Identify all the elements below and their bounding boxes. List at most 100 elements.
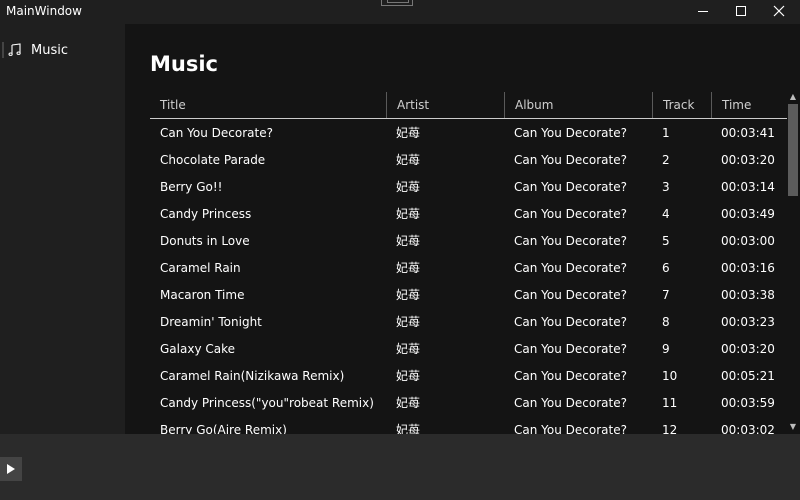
content-area: Music Title Artist Album Track Time Can …	[125, 24, 800, 434]
column-header-artist[interactable]: Artist	[386, 92, 504, 118]
cell-album: Can You Decorate?	[514, 180, 627, 194]
music-data-grid: Title Artist Album Track Time Can You De…	[150, 92, 787, 434]
play-button[interactable]	[0, 457, 22, 481]
cell-track: 9	[662, 342, 670, 356]
scroll-down-icon[interactable]: ▼	[788, 422, 798, 432]
cell-title: Candy Princess	[160, 207, 252, 221]
sidebar-item-label: Music	[31, 43, 68, 58]
cell-artist: 妃苺	[396, 153, 421, 167]
cell-time: 00:05:21	[721, 369, 775, 383]
table-row[interactable]: Macaron Time 妃苺 Can You Decorate? 7 00:03:38	[150, 282, 787, 309]
maximize-button[interactable]	[722, 0, 760, 22]
vertical-scrollbar[interactable]: ▲ ▼	[787, 92, 799, 434]
column-header-album[interactable]: Album	[504, 92, 652, 118]
cell-title: Caramel Rain(Nizikawa Remix)	[160, 369, 345, 383]
cell-artist: 妃苺	[396, 396, 421, 410]
cell-time: 00:03:14	[721, 180, 775, 194]
cell-track: 5	[662, 234, 670, 248]
cell-time: 00:03:20	[721, 153, 775, 167]
cell-album: Can You Decorate?	[514, 396, 627, 410]
cell-album: Can You Decorate?	[514, 261, 627, 275]
close-icon	[773, 5, 785, 17]
table-row[interactable]: Candy Princess 妃苺 Can You Decorate? 4 00:03:…	[150, 201, 787, 228]
cell-track: 4	[662, 207, 670, 221]
cell-time: 00:03:23	[721, 315, 775, 329]
maximize-icon	[736, 6, 746, 16]
cell-album: Can You Decorate?	[514, 288, 627, 302]
cell-artist: 妃苺	[396, 126, 421, 140]
table-row[interactable]: Berry Go(Aire Remix) 妃苺 Can You Decorate? 1…	[150, 417, 787, 434]
window-title: MainWindow	[6, 4, 82, 18]
column-header-track[interactable]: Track	[652, 92, 711, 118]
table-row[interactable]: Chocolate Parade 妃苺 Can You Decorate? 2 00:0…	[150, 147, 787, 174]
cell-artist: 妃苺	[396, 180, 421, 194]
cell-artist: 妃苺	[396, 342, 421, 356]
cell-track: 6	[662, 261, 670, 275]
cell-artist: 妃苺	[396, 315, 421, 329]
cell-album: Can You Decorate?	[514, 234, 627, 248]
table-row[interactable]: Candy Princess("you"robeat Remix) 妃苺 Can Y…	[150, 390, 787, 417]
cell-title: Dreamin' Tonight	[160, 315, 262, 329]
cell-time: 00:03:20	[721, 342, 775, 356]
cell-album: Can You Decorate?	[514, 342, 627, 356]
title-bar[interactable]: MainWindow	[0, 0, 800, 24]
table-row[interactable]: Caramel Rain(Nizikawa Remix) 妃苺 Can You De…	[150, 363, 787, 390]
cell-album: Can You Decorate?	[514, 153, 627, 167]
cell-album: Can You Decorate?	[514, 207, 627, 221]
cell-time: 00:03:16	[721, 261, 775, 275]
cell-title: Macaron Time	[160, 288, 245, 302]
sidebar-item-music[interactable]: Music	[0, 38, 125, 64]
cell-track: 12	[662, 423, 678, 434]
column-header-title[interactable]: Title	[150, 92, 386, 118]
scroll-up-icon[interactable]: ▲	[788, 92, 798, 102]
page-title: Music	[150, 52, 218, 76]
cell-time: 00:03:38	[721, 288, 775, 302]
cell-title: Can You Decorate?	[160, 126, 273, 140]
cell-title: Galaxy Cake	[160, 342, 235, 356]
close-button[interactable]	[760, 0, 798, 22]
cell-album: Can You Decorate?	[514, 369, 627, 383]
sidebar: Music	[0, 24, 125, 434]
table-row[interactable]: Can You Decorate? 妃苺 Can You Decorate? 1 00:…	[150, 120, 787, 147]
table-row[interactable]: Berry Go!! 妃苺 Can You Decorate? 3 00:03:14	[150, 174, 787, 201]
main-window: MainWindow Music Music Title Artist Albu…	[0, 0, 800, 500]
cell-track: 7	[662, 288, 670, 302]
cell-artist: 妃苺	[396, 423, 421, 434]
selection-indicator	[2, 42, 4, 58]
player-bar	[0, 434, 800, 500]
cell-track: 11	[662, 396, 678, 410]
cell-album: Can You Decorate?	[514, 126, 627, 140]
cell-time: 00:03:00	[721, 234, 775, 248]
minimize-icon	[698, 10, 708, 12]
cell-track: 1	[662, 126, 670, 140]
cell-artist: 妃苺	[396, 234, 421, 248]
scrollbar-thumb[interactable]	[788, 104, 798, 196]
column-header-time[interactable]: Time	[711, 92, 787, 118]
table-row[interactable]: Donuts in Love 妃苺 Can You Decorate? 5 00:03:…	[150, 228, 787, 255]
grid-header: Title Artist Album Track Time	[150, 92, 787, 119]
play-icon	[7, 464, 15, 474]
minimize-button[interactable]	[684, 0, 722, 22]
cell-title: Chocolate Parade	[160, 153, 266, 167]
cell-track: 2	[662, 153, 670, 167]
cell-artist: 妃苺	[396, 261, 421, 275]
title-bar-grip-icon	[381, 0, 413, 6]
cell-title: Candy Princess("you"robeat Remix)	[160, 396, 374, 410]
table-row[interactable]: Dreamin' Tonight 妃苺 Can You Decorate? 8 00:0…	[150, 309, 787, 336]
table-row[interactable]: Caramel Rain 妃苺 Can You Decorate? 6 00:03:16	[150, 255, 787, 282]
cell-artist: 妃苺	[396, 288, 421, 302]
cell-track: 3	[662, 180, 670, 194]
cell-title: Donuts in Love	[160, 234, 250, 248]
cell-time: 00:03:49	[721, 207, 775, 221]
cell-title: Caramel Rain	[160, 261, 241, 275]
cell-time: 00:03:02	[721, 423, 775, 434]
cell-track: 8	[662, 315, 670, 329]
cell-track: 10	[662, 369, 678, 383]
cell-artist: 妃苺	[396, 369, 421, 383]
cell-album: Can You Decorate?	[514, 315, 627, 329]
cell-time: 00:03:59	[721, 396, 775, 410]
cell-album: Can You Decorate?	[514, 423, 627, 434]
cell-title: Berry Go(Aire Remix)	[160, 423, 287, 434]
table-row[interactable]: Galaxy Cake 妃苺 Can You Decorate? 9 00:03:20	[150, 336, 787, 363]
cell-artist: 妃苺	[396, 207, 421, 221]
